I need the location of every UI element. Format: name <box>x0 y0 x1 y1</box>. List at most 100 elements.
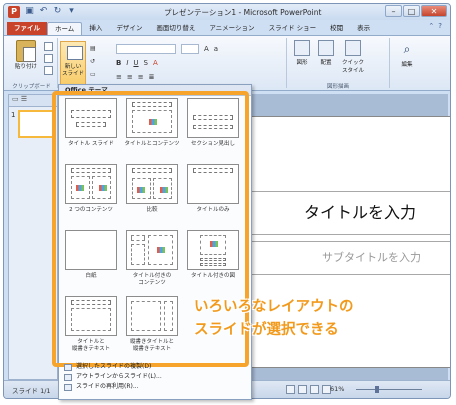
menu-slides-from-outline[interactable]: アウトラインからスライド(L)... <box>64 372 162 382</box>
slide-indicator: スライド 1/1 <box>12 387 51 395</box>
layout-vertical-title-text[interactable]: 縦書きタイトルと 縦書きテキスト <box>123 296 181 353</box>
tab-insert[interactable]: 挿入 <box>82 22 109 35</box>
bold-icon[interactable]: B <box>116 59 121 67</box>
layout-caption: タイトルのみ <box>196 207 230 213</box>
italic-icon[interactable]: I <box>126 59 128 67</box>
tab-slideshow[interactable]: スライド ショー <box>262 22 324 35</box>
drawing-group-label: 図形描画 <box>326 84 349 90</box>
zoom-level[interactable]: 61% <box>330 385 344 393</box>
layout-title-vertical-text[interactable]: タイトルと 縦書きテキスト <box>62 296 120 353</box>
menu-label: アウトラインからスライド(L)... <box>76 373 162 380</box>
font-size-box[interactable] <box>181 44 199 54</box>
shrink-font-icon[interactable]: a <box>214 45 218 53</box>
layout-caption: 縦書きタイトルと 縦書きテキスト <box>129 339 174 352</box>
reading-view-icon[interactable] <box>310 385 319 394</box>
tab-home[interactable]: ホーム <box>47 22 83 35</box>
font-name-box[interactable] <box>116 44 176 54</box>
shapes-icon <box>294 40 310 56</box>
help-icon[interactable]: ? <box>438 22 442 30</box>
minimize-button[interactable]: – <box>385 5 402 17</box>
layout-icon[interactable]: ▤ <box>90 42 96 55</box>
normal-view-icon[interactable] <box>286 385 295 394</box>
menu-label: 選択したスライドの複製(D) <box>76 363 152 370</box>
layout-title-only[interactable]: タイトルのみ <box>184 164 242 214</box>
duplicate-icon <box>64 363 72 371</box>
tab-review[interactable]: 校閲 <box>323 22 350 35</box>
slide-buttons: ▤ ↺ ▭ <box>90 42 96 81</box>
layout-section-header[interactable]: セクション見出し <box>184 98 242 148</box>
align-left-icon[interactable]: ≡ <box>116 73 122 81</box>
tab-animations[interactable]: アニメーション <box>202 22 261 35</box>
layout-title-slide[interactable]: タイトル スライド <box>62 98 120 148</box>
layout-blank[interactable]: 白紙 <box>62 230 120 280</box>
layout-thumb <box>187 230 239 270</box>
font-group: A a B I U S A ≡ ≡ ≡ ≣ <box>116 42 218 84</box>
pane-tabs[interactable]: ▭ ☰ <box>9 95 57 107</box>
zoom-slider-knob[interactable] <box>374 386 379 393</box>
section-icon[interactable]: ▭ <box>90 68 96 81</box>
edit-button[interactable]: ⌕ 編集 <box>396 40 418 68</box>
slide-thumbnail[interactable] <box>18 110 56 138</box>
cut-icon[interactable] <box>44 42 53 51</box>
format-painter-icon[interactable] <box>44 66 53 75</box>
paste-label: 貼り付け <box>14 64 37 70</box>
align-center-icon[interactable]: ≡ <box>127 73 133 81</box>
strikethrough-icon[interactable]: S <box>144 59 148 67</box>
new-slide-button[interactable]: 新しい スライド <box>60 41 86 85</box>
title-bar: P ▣ ↶ ↻ ▾ プレゼンテーション1 - Microsoft PowerPo… <box>4 4 450 20</box>
layout-caption: タイトルと 縦書きテキスト <box>71 339 111 352</box>
clipboard-group: 貼り付け クリップボード <box>6 38 58 90</box>
view-buttons <box>286 385 331 394</box>
layout-caption: 比較 <box>146 207 158 213</box>
paste-button[interactable]: 貼り付け <box>12 40 40 70</box>
undo-icon[interactable]: ↶ <box>38 6 49 17</box>
zoom-slider[interactable] <box>356 386 422 393</box>
layout-thumb <box>126 98 178 138</box>
ribbon-minimize-icon[interactable]: ⌃ <box>428 22 434 30</box>
layout-thumb <box>65 296 117 336</box>
customize-qat-icon[interactable]: ▾ <box>66 6 77 17</box>
justify-icon[interactable]: ≣ <box>149 73 155 81</box>
align-right-icon[interactable]: ≡ <box>138 73 144 81</box>
window-title: プレゼンテーション1 - Microsoft PowerPoint <box>164 8 322 17</box>
maximize-button[interactable]: □ <box>403 5 420 17</box>
powerpoint-logo-icon[interactable]: P <box>8 6 20 18</box>
slides-pane: ▭ ☰ 1 <box>8 94 58 380</box>
menu-duplicate-slides[interactable]: 選択したスライドの複製(D) <box>64 362 162 372</box>
help-area: ⌃ ? <box>428 22 442 30</box>
layout-caption: 2 つのコンテンツ <box>69 207 113 213</box>
layout-caption: タイトル付きの コンテンツ <box>132 273 172 286</box>
tab-view[interactable]: 表示 <box>350 22 377 35</box>
layout-thumb <box>126 230 178 270</box>
outline-icon <box>64 373 72 381</box>
layout-two-content[interactable]: 2 つのコンテンツ <box>62 164 120 214</box>
quick-style-label: クイック スタイル <box>342 60 365 74</box>
font-color-icon[interactable]: A <box>153 59 158 67</box>
underline-icon[interactable]: U <box>133 59 138 67</box>
arrange-button[interactable]: 配置 <box>318 40 334 74</box>
gallery-menu: 選択したスライドの複製(D) アウトラインからスライド(L)... スライドの再… <box>64 362 162 392</box>
tab-file[interactable]: ファイル <box>7 22 47 35</box>
grow-font-icon[interactable]: A <box>204 45 209 53</box>
layout-comparison[interactable]: 比較 <box>123 164 181 214</box>
copy-icon[interactable] <box>44 54 53 63</box>
layout-picture-with-caption[interactable]: タイトル付きの図 <box>184 230 242 280</box>
reset-icon[interactable]: ↺ <box>90 55 96 68</box>
menu-reuse-slides[interactable]: スライドの再利用(R)... <box>64 382 162 392</box>
redo-icon[interactable]: ↻ <box>52 6 63 17</box>
window-controls: – □ ✕ <box>385 5 447 17</box>
quick-style-button[interactable]: クイック スタイル <box>342 40 364 74</box>
layout-thumb <box>65 164 117 204</box>
shapes-button[interactable]: 図形 <box>294 40 310 74</box>
shapes-label: 図形 <box>296 60 308 66</box>
tab-transitions[interactable]: 画面切り替え <box>149 22 202 35</box>
layout-content-with-caption[interactable]: タイトル付きの コンテンツ <box>123 230 181 287</box>
sorter-view-icon[interactable] <box>298 385 307 394</box>
tab-design[interactable]: デザイン <box>109 22 149 35</box>
layout-title-content[interactable]: タイトルとコンテンツ <box>123 98 181 148</box>
save-icon[interactable]: ▣ <box>24 6 35 17</box>
layout-caption: タイトルとコンテンツ <box>124 141 180 147</box>
close-button[interactable]: ✕ <box>421 5 447 17</box>
layout-caption: タイトル付きの図 <box>190 273 235 279</box>
ribbon-home: 貼り付け クリップボード 新しい スライド ▤ ↺ ▭ A a B I U S … <box>4 35 450 91</box>
